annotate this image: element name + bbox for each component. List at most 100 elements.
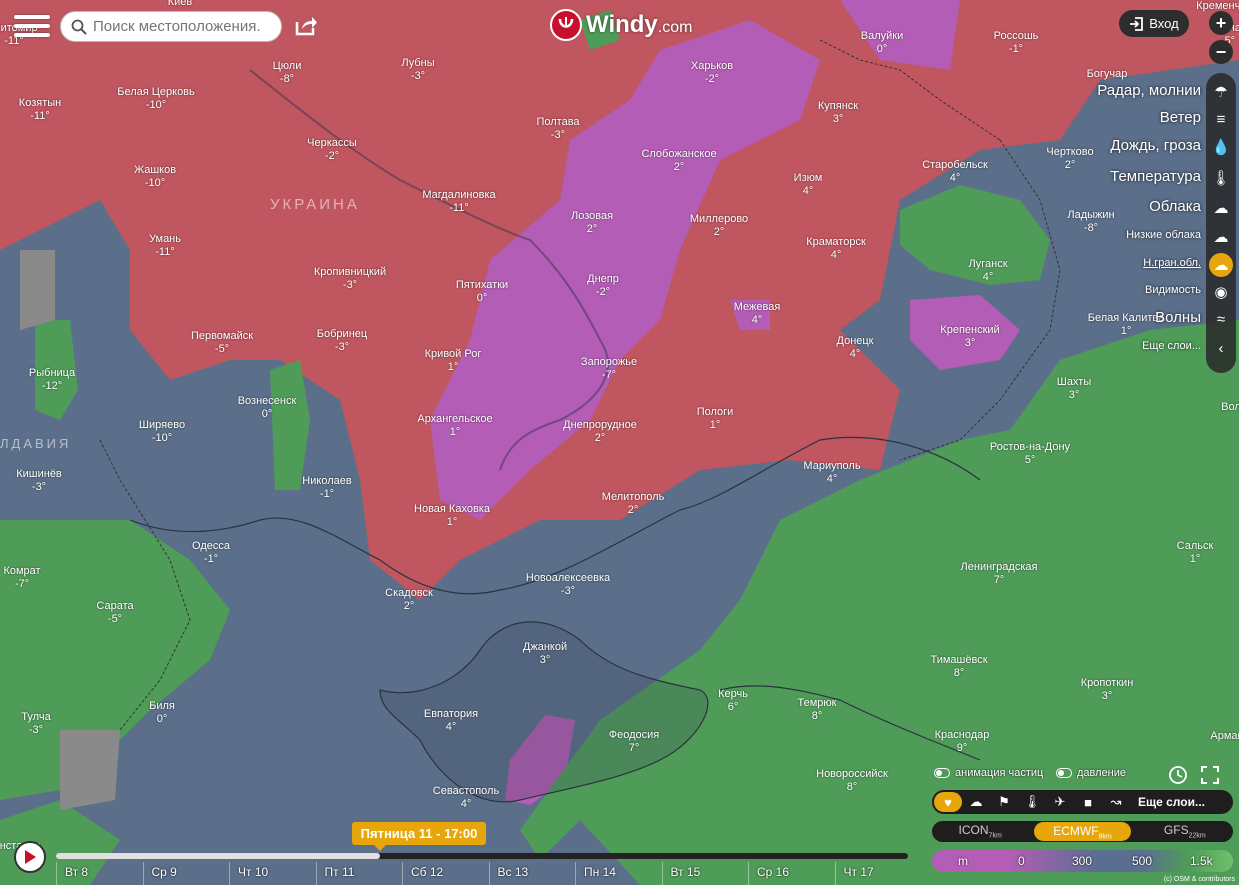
waves-icon[interactable]: ≈ [1209,307,1233,331]
city-label[interactable]: Джанкой 3° [523,641,567,667]
city-label[interactable]: Керчь 6° [718,688,748,714]
timeline-day[interactable]: Сб 12 [402,862,489,885]
city-label[interactable]: Севастополь 4° [433,785,499,811]
city-label[interactable]: Кишинёв -3° [16,468,62,494]
more-layers-button[interactable]: Еще слои... [1138,795,1205,809]
city-label[interactable]: Рыбница -12° [29,367,75,393]
city-label[interactable]: Днепрорудное 2° [563,419,637,445]
city-label[interactable]: Донецк 4° [837,335,874,361]
clock-button[interactable] [1168,765,1188,785]
city-label[interactable]: Ладыжин -8° [1067,209,1114,235]
timeline-day[interactable]: Вс 13 [488,862,576,885]
heart-icon[interactable]: ♥ [934,792,962,812]
search-input[interactable] [93,18,273,35]
login-button[interactable]: Вход [1119,10,1189,37]
hamburger-menu-button[interactable] [14,12,50,42]
timeline-day[interactable]: Вт 8 [56,862,143,885]
zoom-in-button[interactable]: + [1209,11,1233,35]
timeline-day[interactable]: Чт 17 [834,862,922,885]
city-label[interactable]: Евпатория 4° [424,708,478,734]
layer-item-label[interactable]: Н.гран.обл. [1143,257,1201,269]
city-label[interactable]: Полтава -3° [536,116,579,142]
weather-map[interactable]: УКРАИНА ЛДАВИЯ Житомир-11°КиевЦюли-8°Луб… [0,0,1239,885]
city-label[interactable]: Краматорск 4° [806,236,866,262]
city-label[interactable]: Армавир [1210,730,1239,743]
city-label[interactable]: Купянск 3° [818,100,858,126]
layer-item-label[interactable]: Еще слои... [1142,340,1201,352]
city-label[interactable]: Комрат -7° [3,565,40,591]
low-cloud-icon[interactable]: ☁ [1209,225,1233,249]
chevron-left-icon[interactable]: ‹ [1209,336,1233,360]
city-label[interactable]: Архангельское 1° [417,413,492,439]
city-label[interactable]: Новоалексеевка -3° [526,572,610,598]
city-label[interactable]: Богучар [1087,68,1128,81]
city-label[interactable]: Магдалиновка -11° [422,189,495,215]
city-label[interactable]: Вол [1221,401,1239,414]
cloud-icon[interactable]: ☁ [1209,196,1233,220]
timeline-day[interactable]: Чт 10 [229,862,316,885]
layer-item-label[interactable]: Низкие облака [1126,229,1201,241]
city-label[interactable]: Чертково 2° [1046,146,1093,172]
layer-item-label[interactable]: Облака [1149,198,1201,215]
city-label[interactable]: Валуйки 0° [861,30,903,56]
city-label[interactable]: Белая Церковь -10° [117,86,195,112]
thermometer-icon[interactable]: 🌡 [1018,792,1046,812]
timeline-day[interactable]: Пн 14 [575,862,662,885]
flag-icon[interactable]: ⚑ [990,792,1018,812]
plane-icon[interactable]: ✈ [1046,792,1074,812]
city-label[interactable]: Белая Калитва 1° [1088,312,1164,338]
city-label[interactable]: Краснодар 9° [935,729,990,755]
city-label[interactable]: Шахты 3° [1057,376,1092,402]
pressure-toggle[interactable]: давление [1056,767,1126,779]
city-label[interactable]: Цюли -8° [273,60,302,86]
city-label[interactable]: Вознесенск 0° [238,395,297,421]
city-label[interactable]: Днепр -2° [587,273,619,299]
timeline-day[interactable]: Ср 16 [748,862,835,885]
city-label[interactable]: Крепенский 3° [940,324,999,350]
city-label[interactable]: Новая Каховка 1° [414,503,490,529]
sun-cloud-icon[interactable]: ☁ [962,792,990,812]
city-label[interactable]: Лозовая 2° [571,210,613,236]
city-label[interactable]: Луганск 4° [968,258,1007,284]
city-label[interactable]: Сальск 1° [1177,540,1214,566]
city-label[interactable]: Бобринец -3° [317,328,367,354]
timeline-day[interactable]: Пт 11 [315,862,403,885]
city-label[interactable]: Лубны -3° [401,57,434,83]
fullscreen-button[interactable] [1200,765,1220,785]
timeline-current-time[interactable]: Пятница 11 - 17:00 [352,822,486,851]
model-option-ecmwf[interactable]: ECMWF9km [1034,822,1131,841]
city-label[interactable]: Черкассы -2° [307,137,357,163]
city-label[interactable]: Новороссийск 8° [816,768,888,794]
city-label[interactable]: Жашков -10° [134,164,176,190]
city-label[interactable]: Биля 0° [149,700,175,726]
layer-item-label[interactable]: Дождь, гроза [1110,137,1201,154]
camera-icon[interactable]: ■ [1074,792,1102,812]
city-label[interactable]: Ленинградская 7° [961,561,1038,587]
city-label[interactable]: Феодосия 7° [609,729,660,755]
layer-item-label[interactable]: Видимость [1145,284,1201,296]
layer-item-label[interactable]: Ветер [1160,109,1201,126]
radar-icon[interactable]: ↝ [1102,792,1130,812]
timeline-track[interactable] [56,853,908,859]
city-label[interactable]: Слобожанское 2° [641,148,716,174]
radar-icon[interactable]: ☂ [1209,80,1233,104]
city-label[interactable]: Пятихатки 0° [456,279,508,305]
cloud-base-icon[interactable]: ☁ [1209,253,1233,277]
wind-icon[interactable]: ≡ [1209,107,1233,131]
city-label[interactable]: Кропоткин 3° [1081,677,1134,703]
city-label[interactable]: Николаев -1° [302,475,351,501]
city-label[interactable]: Межевая 4° [734,301,781,327]
zoom-out-button[interactable]: − [1209,40,1233,64]
city-label[interactable]: Пологи 1° [697,406,734,432]
city-label[interactable]: Козятын -11° [19,97,61,123]
city-label[interactable]: Россошь -1° [994,30,1039,56]
city-label[interactable]: Старобельск 4° [922,159,988,185]
layer-item-label[interactable]: Радар, молнии [1097,82,1201,99]
city-label[interactable]: Запорожье -7° [581,356,637,382]
city-label[interactable]: Кропивницкий -3° [314,266,386,292]
city-label[interactable]: Тимашёвск 8° [930,654,987,680]
particles-toggle[interactable]: анимация частиц [934,767,1043,779]
model-option-gfs[interactable]: GFS22km [1137,823,1233,839]
eye-icon[interactable]: ◉ [1209,280,1233,304]
city-label[interactable]: Харьков -2° [691,60,733,86]
